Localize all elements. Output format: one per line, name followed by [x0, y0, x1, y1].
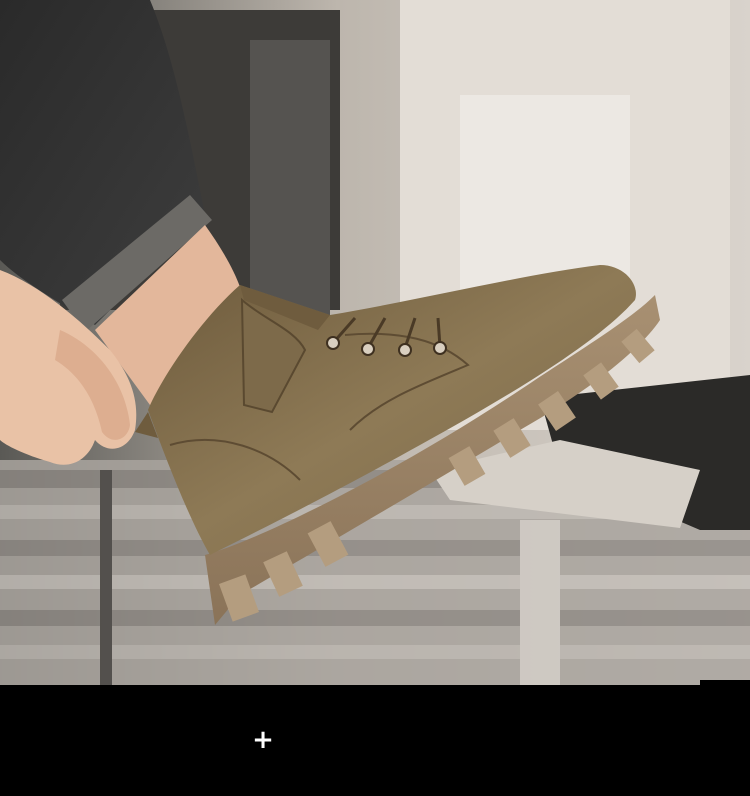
background-column [250, 40, 330, 320]
plus-icon[interactable]: + [252, 727, 274, 753]
product-photo [0, 0, 750, 685]
footer-bar [0, 685, 750, 796]
footer-corner [700, 680, 750, 688]
